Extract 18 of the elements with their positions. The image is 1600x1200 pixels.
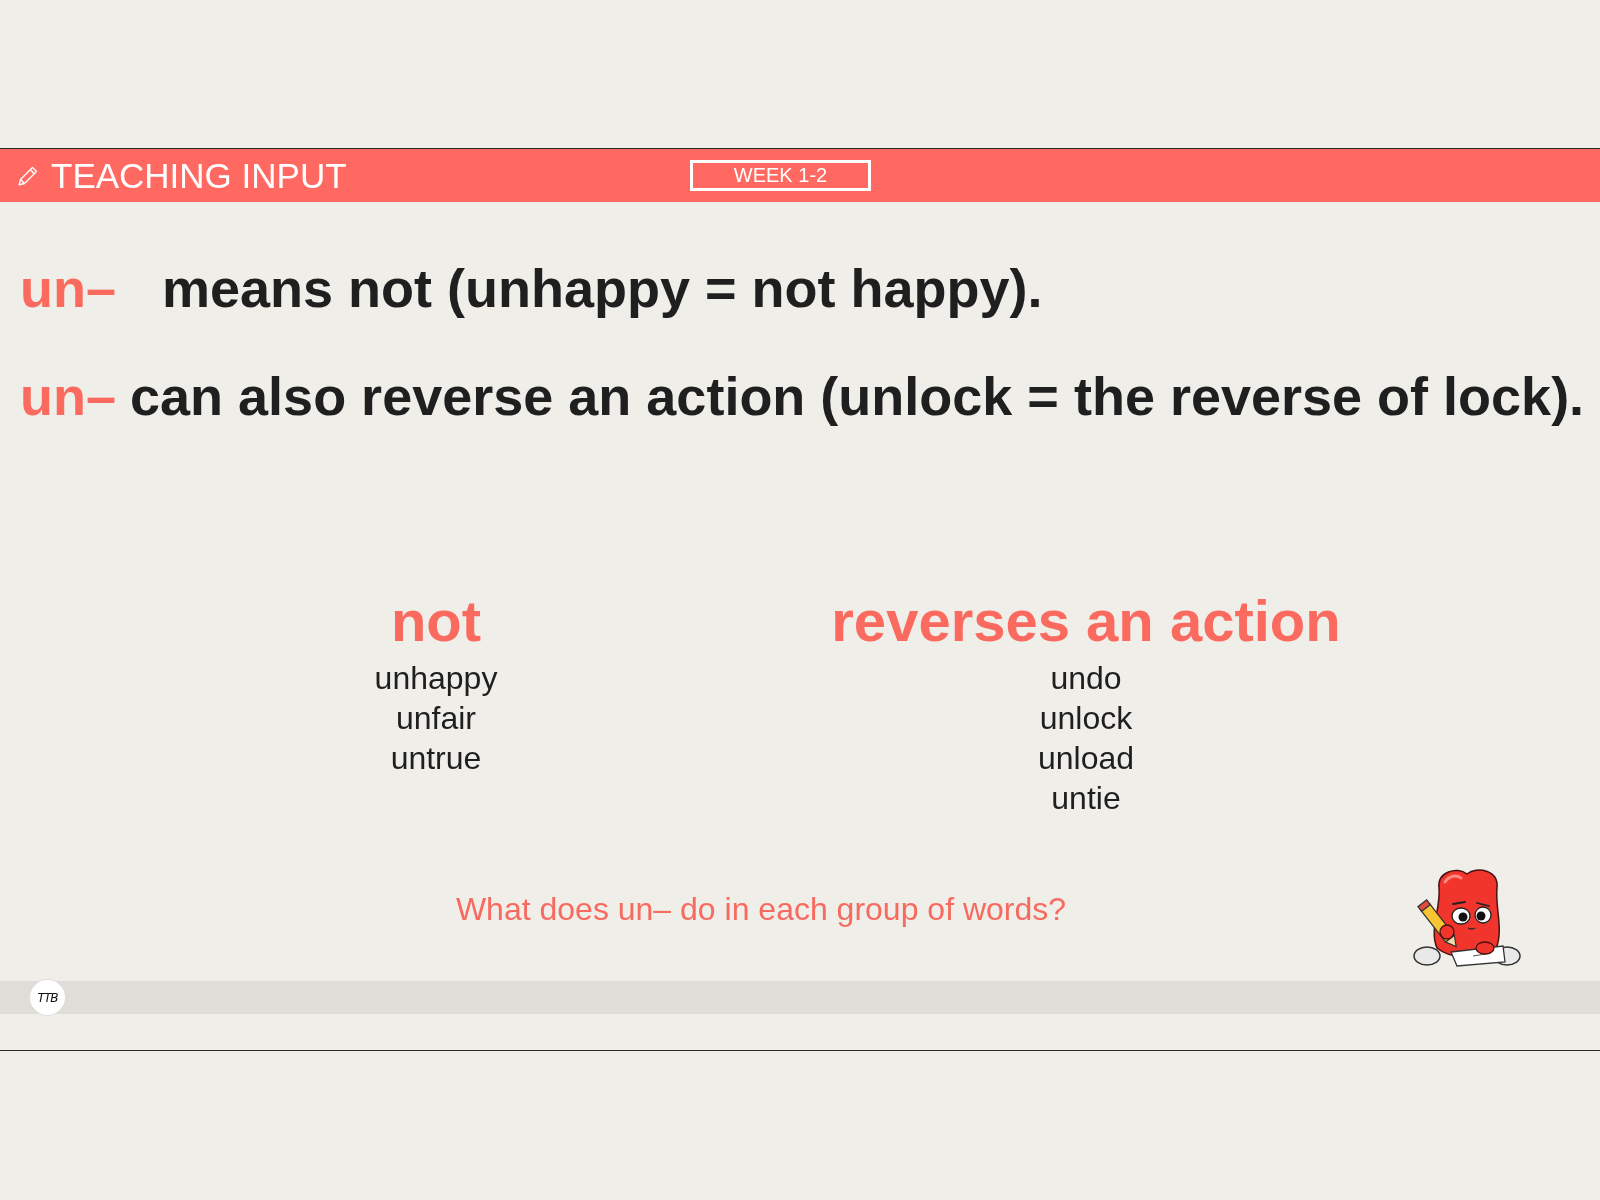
- group-heading: reverses an action: [831, 590, 1341, 652]
- example-word: unfair: [395, 699, 476, 738]
- section-title: TEACHING INPUT: [51, 158, 347, 193]
- statement-text: means not (unhappy = not happy).: [162, 257, 1043, 320]
- example-word: undo: [1050, 659, 1122, 698]
- question-text: What does un– do in each group of words?: [455, 891, 1067, 927]
- example-word: unhappy: [374, 659, 498, 698]
- group-heading: not: [390, 590, 482, 652]
- week-label: WEEK 1-2: [690, 160, 871, 191]
- prefix-text: un–: [20, 365, 116, 428]
- statement-text: can also reverse an action (unlock = the reverse of lock).: [130, 365, 1585, 428]
- example-word: unlock: [1039, 699, 1133, 738]
- example-word: untie: [1051, 779, 1121, 818]
- prefix-text: un–: [20, 257, 116, 320]
- pencil-icon: [18, 165, 38, 186]
- example-word: unload: [1037, 739, 1135, 778]
- logo: TTB: [30, 980, 65, 1015]
- example-word: untrue: [390, 739, 482, 778]
